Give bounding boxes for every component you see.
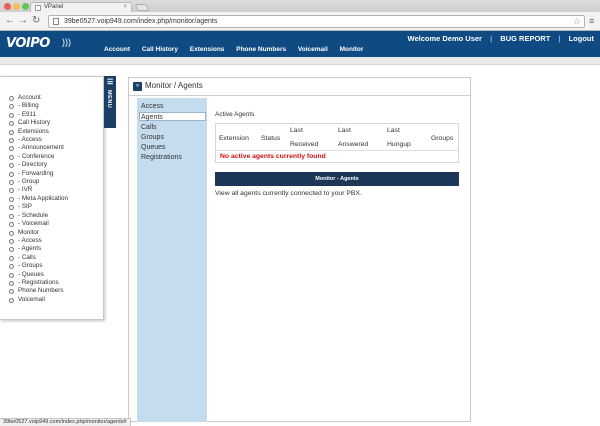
header-subbar: [0, 57, 600, 65]
side-menu-tree: Account - Billing - E911 Call History Extens…: [9, 94, 68, 304]
col-header-extension[interactable]: Extension: [219, 132, 249, 146]
menu-list-icon: ☰: [107, 79, 114, 86]
monitor-agents-banner: Monitor - Agents: [215, 172, 459, 186]
nav-extensions[interactable]: Extensions: [190, 46, 225, 53]
breadcrumb: » Monitor / Agents: [129, 78, 470, 96]
side-menu-item[interactable]: - Access: [9, 136, 68, 144]
tab-title: VPanel: [44, 4, 64, 10]
side-menu-item[interactable]: - SIP: [9, 203, 68, 211]
header-separator: |: [558, 34, 561, 43]
browser-tab-bar: VPanel ×: [0, 0, 600, 12]
main-nav: Account Call History Extensions Phone Nu…: [104, 46, 373, 53]
forward-arrow-icon[interactable]: →: [18, 15, 28, 27]
side-menu-item[interactable]: - Forwarding: [9, 170, 68, 178]
section-title: Active Agents: [215, 111, 255, 118]
col-header-text: Last: [387, 127, 400, 134]
monitor-subnav: Access Agents Calls Groups Queues Regist…: [137, 98, 207, 422]
breadcrumb-text: Monitor / Agents: [145, 81, 203, 90]
side-menu-item[interactable]: - Billing: [9, 102, 68, 110]
side-menu-item[interactable]: - Conference: [9, 153, 68, 161]
side-menu-item[interactable]: - Announcement: [9, 144, 68, 152]
welcome-text: Welcome Demo User: [407, 34, 482, 43]
header-separator: |: [490, 34, 493, 43]
subnav-access[interactable]: Access: [140, 102, 207, 111]
side-menu-item[interactable]: - Agents: [9, 245, 68, 253]
table-divider: [216, 150, 458, 151]
bug-report-link[interactable]: BUG REPORT: [500, 34, 550, 43]
close-window-icon[interactable]: [4, 3, 11, 10]
menu-toggle-tab[interactable]: ☰ MENU: [104, 76, 116, 128]
page-icon: [53, 18, 59, 25]
signal-waves-icon: ))): [62, 37, 71, 47]
subnav-agents[interactable]: Agents: [139, 112, 206, 121]
col-header-last-answered[interactable]: Last Answered: [338, 124, 368, 152]
bookmark-star-icon[interactable]: ☆: [573, 16, 581, 27]
side-menu-item[interactable]: - Voicemail: [9, 220, 68, 228]
col-header-status[interactable]: Status: [261, 132, 280, 146]
side-menu-item[interactable]: - Queues: [9, 271, 68, 279]
side-menu-item[interactable]: Voicemail: [9, 296, 68, 304]
col-header-text: Groups: [431, 135, 454, 142]
nav-account[interactable]: Account: [104, 46, 130, 53]
nav-call-history[interactable]: Call History: [142, 46, 178, 53]
browser-tab[interactable]: VPanel ×: [30, 2, 132, 12]
col-header-text: Extension: [219, 135, 249, 142]
side-menu-item[interactable]: - Schedule: [9, 212, 68, 220]
side-menu-item[interactable]: Call History: [9, 119, 68, 127]
nav-monitor[interactable]: Monitor: [340, 46, 364, 53]
col-header-last-hungup[interactable]: Last Hungup: [387, 124, 411, 152]
page-description: View all agents currently connected to y…: [215, 190, 362, 197]
logout-link[interactable]: Logout: [569, 34, 594, 43]
browser-toolbar: ← → ↻ 39be0527.voip949.com/index.php/mon…: [0, 12, 600, 31]
app-header: VOIPO ))) Welcome Demo User | BUG REPORT…: [0, 31, 600, 57]
empty-table-message: No active agents currently found: [220, 153, 326, 160]
side-menu-item[interactable]: - Groups: [9, 262, 68, 270]
side-menu-panel: Account - Billing - E911 Call History Extens…: [0, 76, 104, 320]
side-menu-item[interactable]: Extensions: [9, 128, 68, 136]
back-arrow-icon[interactable]: ←: [5, 15, 15, 27]
subnav-queues[interactable]: Queues: [140, 143, 207, 152]
reload-icon[interactable]: ↻: [32, 15, 40, 27]
new-tab-button[interactable]: [134, 4, 150, 11]
side-menu-item[interactable]: - Group: [9, 178, 68, 186]
side-menu-item[interactable]: Phone Numbers: [9, 287, 68, 295]
col-header-text: Last: [338, 127, 351, 134]
minimize-window-icon[interactable]: [13, 3, 20, 10]
breadcrumb-arrow-icon: »: [133, 82, 142, 91]
maximize-window-icon[interactable]: [22, 3, 29, 10]
subnav-groups[interactable]: Groups: [140, 133, 207, 142]
browser-menu-icon[interactable]: ≡: [589, 16, 594, 26]
col-header-groups[interactable]: Groups: [431, 132, 453, 146]
address-bar-url: 39be0527.voip949.com/index.php/monitor/a…: [64, 18, 218, 25]
content-panel: » Monitor / Agents Access Agents Calls G…: [128, 77, 471, 422]
side-menu-item[interactable]: - IVR: [9, 186, 68, 194]
voipo-logo[interactable]: VOIPO: [6, 36, 50, 51]
side-menu-item[interactable]: - Calls: [9, 254, 68, 262]
col-header-last-received[interactable]: Last Received: [290, 124, 318, 152]
nav-voicemail[interactable]: Voicemail: [298, 46, 328, 53]
side-menu-item[interactable]: Account: [9, 94, 68, 102]
nav-phone-numbers[interactable]: Phone Numbers: [236, 46, 286, 53]
browser-status-bar: 39be0527.voip949.com/index.php/monitor/a…: [0, 418, 131, 426]
menu-tab-label: MENU: [106, 90, 112, 109]
active-agents-table: Extension Status Last Received Last Answ…: [215, 123, 459, 163]
col-header-text: Last: [290, 127, 303, 134]
side-menu-item[interactable]: - Directory: [9, 161, 68, 169]
side-menu-item[interactable]: - E911: [9, 111, 68, 119]
close-tab-icon[interactable]: ×: [123, 3, 127, 12]
side-menu-item[interactable]: - Access: [9, 237, 68, 245]
side-menu-item[interactable]: - Registrations: [9, 279, 68, 287]
address-bar[interactable]: 39be0527.voip949.com/index.php/monitor/a…: [48, 15, 585, 28]
header-user-links: Welcome Demo User | BUG REPORT | Logout: [402, 34, 595, 43]
page-favicon-icon: [35, 5, 41, 11]
side-menu-item[interactable]: - Meta Application: [9, 195, 68, 203]
subnav-calls[interactable]: Calls: [140, 123, 207, 132]
col-header-text: Status: [261, 135, 281, 142]
side-menu-item[interactable]: Monitor: [9, 229, 68, 237]
subnav-registrations[interactable]: Registrations: [140, 153, 207, 162]
